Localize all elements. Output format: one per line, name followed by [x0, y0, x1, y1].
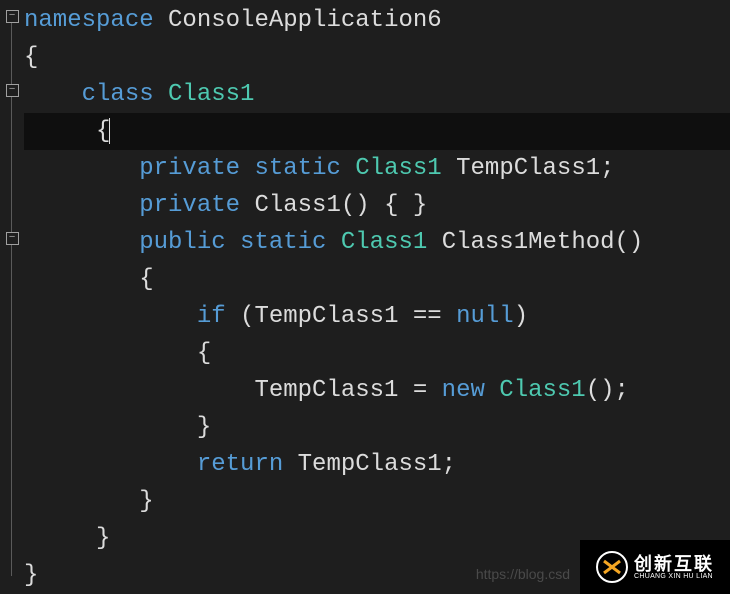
code-line[interactable]: { [24, 113, 730, 150]
code-line[interactable]: { [24, 39, 730, 76]
gutter-line [0, 261, 24, 298]
gutter-line [0, 187, 24, 224]
gutter-line [0, 446, 24, 483]
gutter-line [0, 39, 24, 76]
gutter-line [0, 409, 24, 446]
gutter-line [0, 557, 24, 594]
brand-badge: 创新互联 CHUANG XIN HU LIAN [580, 540, 730, 594]
brand-name-en: CHUANG XIN HU LIAN [634, 573, 714, 580]
code-line[interactable]: namespace ConsoleApplication6 [24, 2, 730, 39]
gutter-line [0, 520, 24, 557]
gutter-line: − [0, 2, 24, 39]
gutter-line: − [0, 76, 24, 113]
brand-name-cn: 创新互联 [634, 555, 714, 573]
code-line[interactable]: { [24, 335, 730, 372]
gutter-line [0, 335, 24, 372]
gutter-line [0, 113, 24, 150]
gutter-line [0, 298, 24, 335]
fold-toggle-icon[interactable]: − [6, 84, 19, 97]
watermark-text: https://blog.csd [476, 566, 570, 582]
code-line[interactable]: TempClass1 = new Class1(); [24, 372, 730, 409]
code-line[interactable]: private Class1() { } [24, 187, 730, 224]
code-line[interactable]: } [24, 483, 730, 520]
code-line[interactable]: if (TempClass1 == null) [24, 298, 730, 335]
code-line[interactable]: { [24, 261, 730, 298]
code-line[interactable]: return TempClass1; [24, 446, 730, 483]
code-area[interactable]: namespace ConsoleApplication6{ class Cla… [24, 0, 730, 594]
gutter-line [0, 150, 24, 187]
gutter-line [0, 372, 24, 409]
fold-toggle-icon[interactable]: − [6, 232, 19, 245]
code-line[interactable]: private static Class1 TempClass1; [24, 150, 730, 187]
gutter-line [0, 483, 24, 520]
code-line[interactable]: } [24, 409, 730, 446]
gutter-line: − [0, 224, 24, 261]
fold-toggle-icon[interactable]: − [6, 10, 19, 23]
brand-logo-icon [596, 551, 628, 583]
fold-gutter: − − − [0, 0, 24, 594]
code-line[interactable]: class Class1 [24, 76, 730, 113]
code-editor: −−− namespace ConsoleApplication6{ class… [0, 0, 730, 594]
code-line[interactable]: public static Class1 Class1Method() [24, 224, 730, 261]
text-cursor [109, 118, 110, 144]
